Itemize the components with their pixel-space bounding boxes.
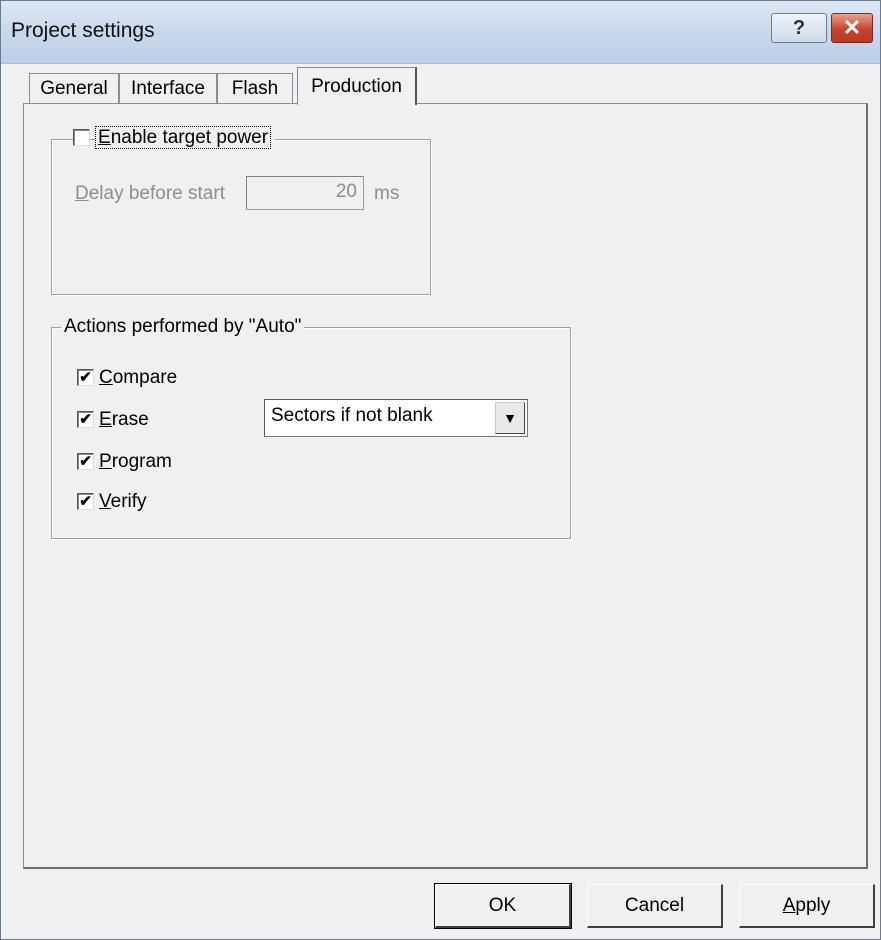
verify-checkbox[interactable]: ✔ bbox=[77, 493, 94, 510]
tab-label: Flash bbox=[231, 77, 279, 99]
delay-value: 20 bbox=[335, 181, 357, 202]
title-bar: Project settings ? ✕ bbox=[1, 1, 880, 64]
tab-label: Interface bbox=[131, 77, 205, 99]
label-rest: erify bbox=[110, 491, 147, 512]
project-settings-dialog: Project settings ? ✕ General Interface F… bbox=[0, 0, 881, 940]
mnemonic: A bbox=[782, 894, 796, 916]
tab-label: Production bbox=[311, 75, 402, 97]
erase-checkbox[interactable]: ✔ bbox=[77, 411, 94, 428]
verify-label[interactable]: Verify bbox=[99, 491, 147, 513]
chevron-down-icon[interactable]: ▼ bbox=[495, 402, 525, 434]
mnemonic: P bbox=[99, 451, 112, 472]
mnemonic: C bbox=[99, 367, 113, 388]
program-checkbox[interactable]: ✔ bbox=[77, 453, 94, 470]
mnemonic: D bbox=[75, 183, 89, 204]
label-rest: nable target power bbox=[110, 127, 269, 148]
label-rest: rase bbox=[111, 409, 149, 430]
mnemonic: E bbox=[99, 409, 112, 430]
focus-rect: Enable target power bbox=[95, 126, 272, 149]
program-label[interactable]: Program bbox=[99, 451, 172, 473]
erase-mode-select[interactable]: Sectors if not blank ▼ bbox=[264, 399, 528, 437]
cancel-button[interactable]: Cancel bbox=[587, 884, 723, 928]
tab-general[interactable]: General bbox=[29, 73, 119, 103]
close-button[interactable]: ✕ bbox=[831, 13, 873, 43]
ok-button[interactable]: OK bbox=[434, 883, 572, 929]
mnemonic: V bbox=[99, 491, 111, 512]
enable-target-power-label[interactable]: Enable target power bbox=[95, 126, 276, 149]
erase-label[interactable]: Erase bbox=[99, 409, 149, 431]
help-icon: ? bbox=[792, 16, 806, 39]
mnemonic: E bbox=[98, 127, 111, 148]
delay-before-start-label: Delay before start bbox=[75, 183, 225, 205]
label-rest: elay before start bbox=[88, 183, 225, 204]
apply-label: Apply bbox=[783, 895, 831, 917]
help-button[interactable]: ? bbox=[771, 13, 827, 43]
compare-label[interactable]: Compare bbox=[99, 367, 177, 389]
close-icon: ✕ bbox=[842, 15, 862, 40]
cancel-label: Cancel bbox=[624, 894, 685, 916]
window-title: Project settings bbox=[11, 19, 155, 42]
target-power-group bbox=[51, 139, 431, 295]
tab-label: General bbox=[40, 77, 108, 99]
apply-button[interactable]: Apply bbox=[739, 884, 875, 928]
delay-unit: ms bbox=[374, 183, 400, 204]
tab-production[interactable]: Production bbox=[297, 67, 417, 105]
label-rest: ompare bbox=[112, 367, 178, 388]
compare-checkbox[interactable]: ✔ bbox=[77, 369, 94, 386]
auto-actions-legend: Actions performed by "Auto" bbox=[61, 316, 305, 338]
label-rest: rogram bbox=[111, 451, 172, 472]
tab-interface[interactable]: Interface bbox=[119, 73, 217, 103]
erase-mode-value: Sectors if not blank bbox=[271, 405, 433, 426]
delay-input[interactable]: 20 bbox=[246, 176, 364, 210]
tab-flash[interactable]: Flash bbox=[217, 73, 293, 103]
label-rest: pply bbox=[795, 894, 831, 916]
ok-label: OK bbox=[488, 894, 517, 916]
enable-target-power-checkbox[interactable] bbox=[73, 129, 90, 146]
